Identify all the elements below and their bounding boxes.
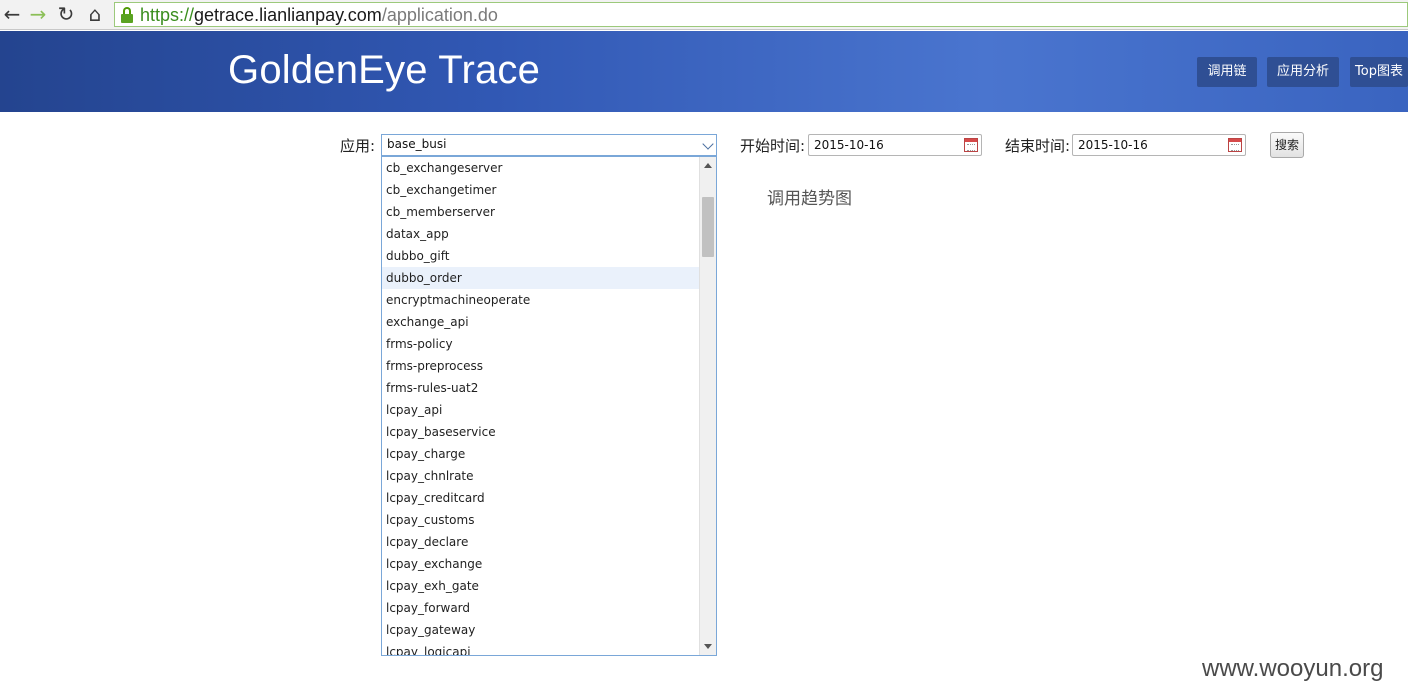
lock-icon [121, 7, 133, 23]
chart-title: 调用趋势图 [767, 189, 852, 209]
app-label: 应用: [340, 137, 376, 155]
dropdown-option[interactable]: encryptmachineoperate [382, 289, 700, 311]
url-host: getrace.lianlianpay.com [194, 5, 382, 25]
dropdown-option[interactable]: frms-rules-uat2 [382, 377, 700, 399]
nav-call-chain-button[interactable]: 调用链 [1197, 57, 1257, 87]
dropdown-option[interactable]: dubbo_order [382, 267, 700, 289]
chevron-down-icon [702, 138, 714, 150]
dropdown-option[interactable]: lcpay_baseservice [382, 421, 700, 443]
url-scheme: https:// [140, 5, 195, 25]
dropdown-option[interactable]: datax_app [382, 223, 700, 245]
dropdown-option[interactable]: cb_exchangetimer [382, 179, 700, 201]
scroll-down-arrow-icon[interactable] [704, 644, 712, 649]
app-dropdown-list[interactable]: cb_exchangeserver cb_exchangetimer cb_memb… [381, 156, 717, 656]
app-select[interactable]: base_busi [381, 134, 717, 156]
end-time-label: 结束时间: [1005, 137, 1071, 155]
search-button[interactable]: 搜索 [1270, 132, 1304, 158]
dropdown-option[interactable]: lcpay_customs [382, 509, 700, 531]
dropdown-options: cb_exchangeserver cb_exchangetimer cb_memb… [382, 157, 700, 655]
dropdown-option[interactable]: lcpay_exh_gate [382, 575, 700, 597]
nav-top-charts-button[interactable]: Top图表 [1350, 57, 1408, 87]
end-date-input[interactable]: 2015-10-16 [1072, 134, 1246, 156]
dropdown-option[interactable]: lcpay_creditcard [382, 487, 700, 509]
address-bar[interactable]: https://getrace.lianlianpay.com/applicat… [114, 2, 1408, 27]
back-arrow-icon[interactable]: ← [0, 3, 24, 25]
nav-app-analysis-button[interactable]: 应用分析 [1267, 57, 1339, 87]
dropdown-option[interactable]: lcpay_exchange [382, 553, 700, 575]
calendar-icon[interactable] [1228, 138, 1242, 152]
forward-arrow-icon[interactable]: → [26, 3, 50, 25]
scroll-up-arrow-icon[interactable] [704, 163, 712, 168]
reload-icon[interactable]: ↻ [54, 3, 78, 25]
dropdown-option[interactable]: frms-policy [382, 333, 700, 355]
browser-toolbar: ← → ↻ ⌂ https://getrace.lianlianpay.com/… [0, 0, 1408, 30]
start-date-input[interactable]: 2015-10-16 [808, 134, 982, 156]
dropdown-scrollbar[interactable] [699, 157, 716, 655]
watermark: www.wooyun.org [1202, 655, 1384, 682]
home-icon[interactable]: ⌂ [83, 3, 107, 25]
url-text[interactable]: https://getrace.lianlianpay.com/applicat… [140, 4, 498, 26]
app-select-value: base_busi [387, 137, 447, 151]
header-banner: GoldenEye Trace 调用链 应用分析 Top图表 [0, 31, 1408, 112]
dropdown-option[interactable]: lcpay_charge [382, 443, 700, 465]
dropdown-option[interactable]: exchange_api [382, 311, 700, 333]
dropdown-option[interactable]: frms-preprocess [382, 355, 700, 377]
start-time-label: 开始时间: [740, 137, 806, 155]
brand-title: GoldenEye Trace [228, 48, 541, 92]
dropdown-option[interactable]: lcpay_logicapi [382, 641, 700, 655]
dropdown-option[interactable]: lcpay_declare [382, 531, 700, 553]
dropdown-option[interactable]: dubbo_gift [382, 245, 700, 267]
dropdown-option[interactable]: lcpay_forward [382, 597, 700, 619]
dropdown-option[interactable]: lcpay_chnlrate [382, 465, 700, 487]
start-date-value: 2015-10-16 [814, 138, 884, 152]
dropdown-option[interactable]: cb_memberserver [382, 201, 700, 223]
end-date-value: 2015-10-16 [1078, 138, 1148, 152]
url-path: /application.do [381, 5, 498, 25]
scrollbar-thumb[interactable] [702, 197, 714, 257]
dropdown-option[interactable]: lcpay_api [382, 399, 700, 421]
calendar-icon[interactable] [964, 138, 978, 152]
dropdown-option[interactable]: lcpay_gateway [382, 619, 700, 641]
dropdown-option[interactable]: cb_exchangeserver [382, 157, 700, 179]
